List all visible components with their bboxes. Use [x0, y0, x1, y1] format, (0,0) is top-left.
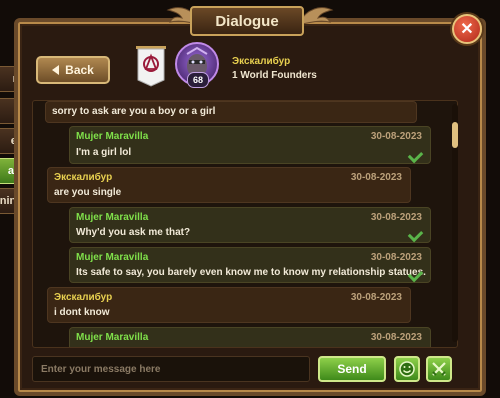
message-sender: Экскалибур	[54, 292, 113, 303]
message-sender: Mujer Maravilla	[76, 332, 149, 343]
message-text: I'm a girl lol	[76, 147, 132, 158]
message-partial: sorry to ask are you a boy or a girl	[45, 101, 417, 123]
close-icon: ✕	[460, 21, 474, 38]
contact-guild: 1 World Founders	[232, 70, 317, 81]
message-text: sorry to ask are you a boy or a girl	[52, 106, 216, 117]
message-date: 30-08-2023	[370, 252, 422, 263]
chat-history[interactable]: sorry to ask are you a boy or a girl Muj…	[32, 100, 458, 348]
message-sender: Экскалибур	[54, 172, 113, 183]
message-text: Its safe to say, you barely even know me…	[76, 267, 426, 278]
read-check-icon	[407, 226, 424, 243]
message-text: are you single	[54, 187, 122, 198]
crossed-swords-icon	[432, 362, 446, 376]
smiley-icon	[399, 361, 415, 377]
contact-name: Экскалибур	[232, 56, 291, 67]
battle-button[interactable]	[426, 356, 452, 382]
right-wing-ornament-icon	[302, 7, 334, 25]
window-title: Dialogue	[190, 6, 304, 36]
chat-scrollbar[interactable]	[452, 104, 458, 342]
message-item: Mujer Maravilla 30-08-2023	[69, 327, 431, 347]
back-arrow-icon	[52, 65, 60, 75]
message-item: Mujer Maravilla 30-08-2023 Its safe to s…	[69, 247, 431, 283]
message-sender: Mujer Maravilla	[76, 252, 149, 263]
guild-banner-icon	[136, 46, 166, 87]
message-sender: Mujer Maravilla	[76, 131, 149, 142]
close-button[interactable]: ✕	[452, 14, 482, 44]
send-label: Send	[337, 362, 367, 376]
scrollbar-thumb[interactable]	[452, 122, 458, 148]
message-date: 30-08-2023	[350, 292, 402, 303]
message-text: i dont know	[54, 307, 110, 318]
message-date: 30-08-2023	[370, 212, 422, 223]
back-button[interactable]: Back	[36, 56, 110, 84]
message-date: 30-08-2023	[370, 131, 422, 142]
emoji-button[interactable]	[394, 356, 420, 382]
message-item: Экскалибур 30-08-2023 i dont know	[47, 287, 411, 323]
message-text: Why'd you ask me that?	[76, 227, 191, 238]
send-button[interactable]: Send	[318, 356, 386, 382]
message-item: Экскалибур 30-08-2023 are you single	[47, 167, 411, 203]
read-check-icon	[407, 147, 424, 164]
message-date: 30-08-2023	[370, 332, 422, 343]
message-sender: Mujer Maravilla	[76, 212, 149, 223]
message-input[interactable]	[32, 356, 310, 382]
message-item: Mujer Maravilla 30-08-2023 I'm a girl lo…	[69, 126, 431, 164]
message-item: Mujer Maravilla 30-08-2023 Why'd you ask…	[69, 207, 431, 243]
contact-level-badge: 68	[187, 72, 209, 88]
message-date: 30-08-2023	[350, 172, 402, 183]
back-label: Back	[65, 63, 94, 77]
